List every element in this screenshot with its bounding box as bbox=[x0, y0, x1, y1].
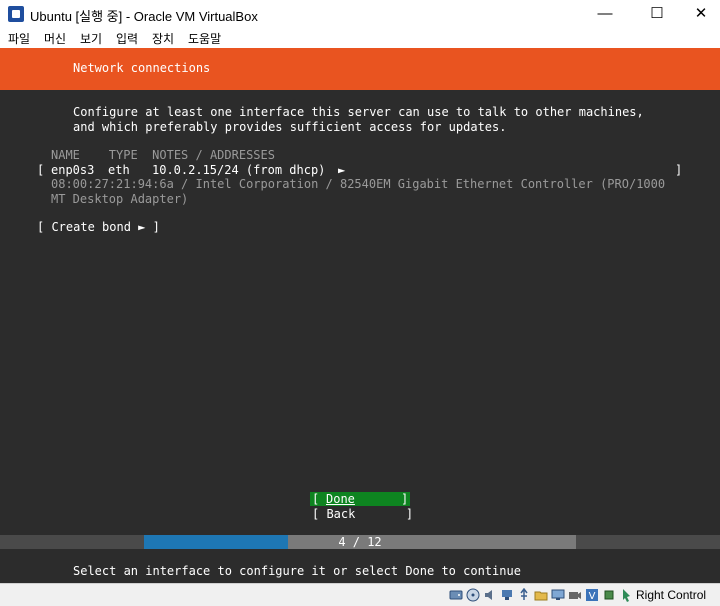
menu-file[interactable]: 파일 bbox=[8, 30, 30, 47]
audio-icon[interactable] bbox=[483, 588, 497, 602]
progress-track: 4 / 12 bbox=[144, 535, 576, 549]
close-button[interactable]: ✕ bbox=[678, 0, 720, 28]
menu-input[interactable]: 입력 bbox=[116, 30, 138, 47]
hard-disk-icon[interactable] bbox=[449, 588, 463, 602]
row-open-bracket: [ bbox=[37, 163, 45, 177]
vm-screen[interactable]: Network connections Configure at least o… bbox=[0, 48, 720, 583]
description-line-2: and which preferably provides sufficient… bbox=[73, 120, 507, 134]
display-icon[interactable] bbox=[551, 588, 565, 602]
done-label: Done bbox=[326, 492, 355, 506]
progress-bar: 4 / 12 bbox=[0, 535, 720, 549]
interface-submenu-arrow-icon: ► bbox=[338, 163, 346, 177]
network-icon[interactable] bbox=[500, 588, 514, 602]
shared-folder-icon[interactable] bbox=[534, 588, 548, 602]
minimize-button[interactable]: — bbox=[582, 0, 628, 28]
done-button[interactable]: [ Done ] bbox=[310, 492, 410, 506]
virtualbox-statusbar: V Right Control bbox=[0, 583, 720, 606]
installer-header: Network connections bbox=[0, 48, 720, 90]
interface-detail-line-1: 08:00:27:21:94:6a / Intel Corporation / … bbox=[51, 177, 666, 191]
description-line-1: Configure at least one interface this se… bbox=[73, 105, 644, 119]
row-close-bracket: ] bbox=[675, 163, 683, 177]
optical-drive-icon[interactable] bbox=[466, 588, 480, 602]
window-titlebar: Ubuntu [실행 중] - Oracle VM VirtualBox — ☐… bbox=[0, 0, 720, 28]
recording-icon[interactable] bbox=[568, 588, 582, 602]
mouse-integration-icon[interactable] bbox=[619, 588, 633, 602]
usb-icon[interactable] bbox=[517, 588, 531, 602]
interface-address: 10.0.2.15/24 (from dhcp) bbox=[152, 163, 326, 177]
done-open-bracket: [ bbox=[312, 492, 320, 506]
done-close-bracket: ] bbox=[401, 492, 409, 506]
progress-text: 4 / 12 bbox=[338, 535, 382, 549]
table-header: NAME TYPE NOTES / ADDRESSES bbox=[51, 148, 275, 162]
virtualization-icon[interactable]: V bbox=[585, 588, 599, 602]
status-message: Select an interface to configure it or s… bbox=[73, 564, 521, 578]
virtualbox-app-icon bbox=[8, 6, 24, 22]
back-button[interactable]: [ Back ] bbox=[312, 507, 413, 522]
cpu-icon[interactable] bbox=[602, 588, 616, 602]
interface-type: eth bbox=[108, 163, 130, 177]
menu-machine[interactable]: 머신 bbox=[44, 30, 66, 47]
menu-devices[interactable]: 장치 bbox=[152, 30, 174, 47]
maximize-button[interactable]: ☐ bbox=[634, 0, 680, 28]
menu-bar: 파일 머신 보기 입력 장치 도움말 bbox=[0, 28, 720, 48]
menu-help[interactable]: 도움말 bbox=[188, 30, 221, 47]
interface-name: enp0s3 bbox=[51, 163, 95, 177]
create-bond-button[interactable]: [ Create bond ► ] bbox=[37, 220, 160, 235]
host-key-label[interactable]: Right Control bbox=[636, 588, 706, 602]
menu-view[interactable]: 보기 bbox=[80, 30, 102, 47]
svg-text:V: V bbox=[589, 591, 596, 602]
interface-detail-line-2: MT Desktop Adapter) bbox=[51, 192, 189, 206]
page-title: Network connections bbox=[73, 61, 211, 75]
window-title: Ubuntu [실행 중] - Oracle VM VirtualBox bbox=[30, 9, 258, 24]
